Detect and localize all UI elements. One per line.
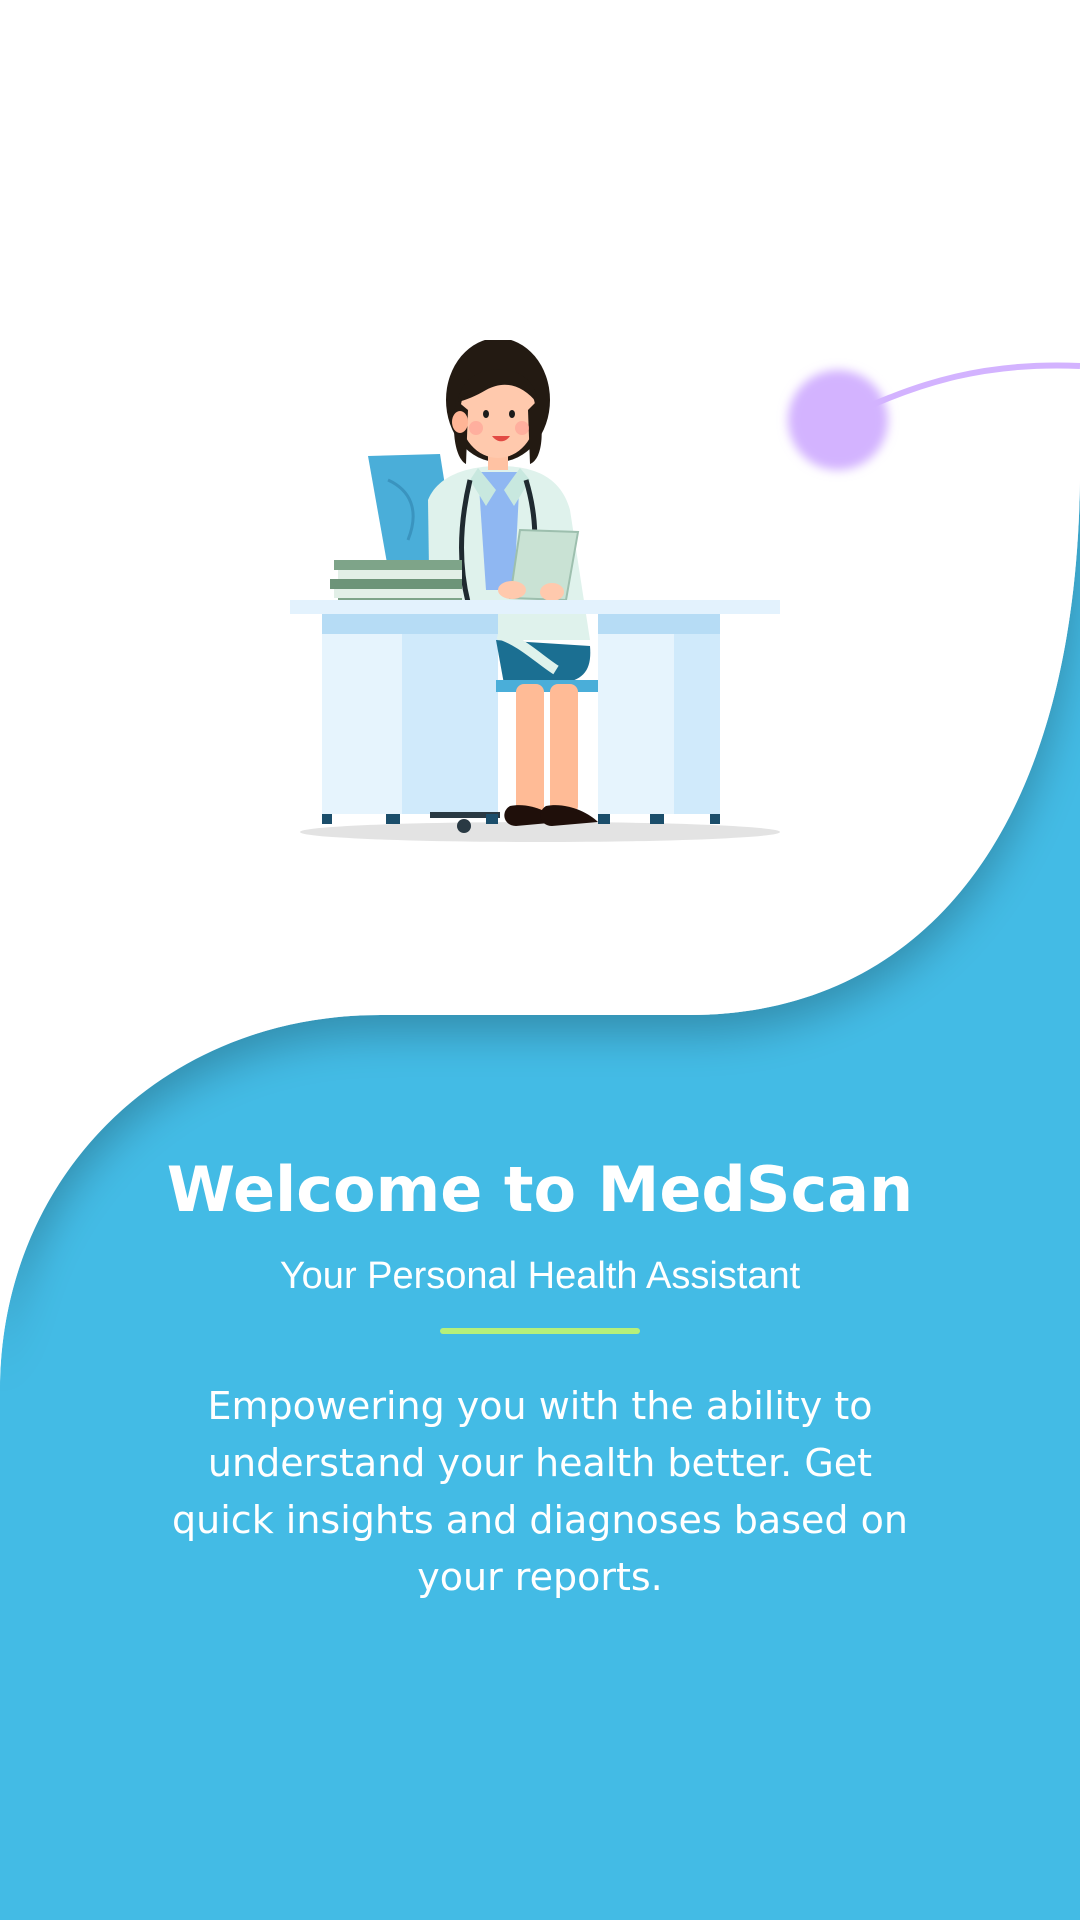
onboarding-screen: Welcome to MedScan Your Personal Health … (0, 0, 1080, 1920)
welcome-description: Empowering you with the ability to under… (172, 1384, 908, 1599)
background-wave (0, 0, 1080, 1920)
doctor-at-desk-illustration (290, 340, 780, 842)
welcome-subtitle: Your Personal Health Assistant (279, 1255, 801, 1297)
welcome-text-block: Welcome to MedScan Your Personal Health … (0, 1150, 1080, 1606)
title-divider (440, 1328, 640, 1334)
welcome-title: Welcome to MedScan (166, 1153, 914, 1226)
